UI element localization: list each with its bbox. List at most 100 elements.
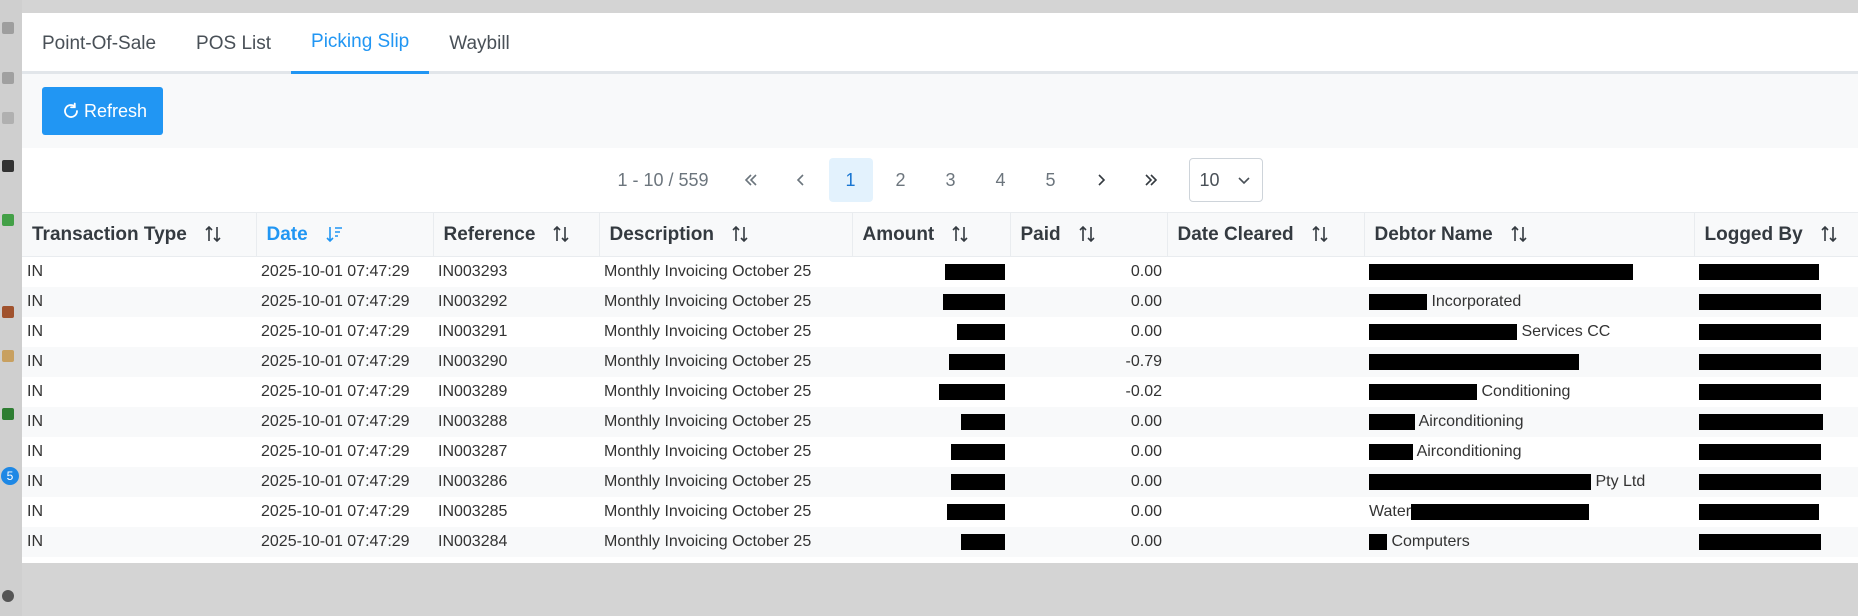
table-row[interactable]: IN 2025-10-01 07:47:29 IN003287 Monthly … xyxy=(22,437,1858,467)
cell-debtor-name: Airconditioning xyxy=(1364,437,1694,467)
cell-date: 2025-10-01 07:47:29 xyxy=(261,383,410,400)
cell-paid: 0.00 xyxy=(1010,407,1167,437)
table-row[interactable]: IN 2025-10-01 07:47:29 IN003293 Monthly … xyxy=(22,257,1858,288)
column-header-logged-by[interactable]: Logged By xyxy=(1694,212,1858,257)
page-report: 1 - 10 / 559 xyxy=(617,169,709,190)
table-row[interactable]: IN 2025-10-01 07:47:29 IN003286 Monthly … xyxy=(22,467,1858,497)
column-header-amount[interactable]: Amount xyxy=(852,212,1011,257)
column-header-transaction-type[interactable]: Transaction Type xyxy=(22,212,257,257)
page-button-5[interactable]: 5 xyxy=(1029,158,1073,202)
cell-paid: 0.00 xyxy=(1130,503,1162,520)
cell-type: IN xyxy=(27,503,43,520)
tab-waybill[interactable]: Waybill xyxy=(429,13,530,74)
cell-logged-by xyxy=(1694,347,1858,377)
double-chevron-left-icon xyxy=(744,174,757,186)
app-icon[interactable] xyxy=(2,408,14,420)
cell-date-cleared xyxy=(1167,467,1364,497)
redaction-bar xyxy=(1369,473,1591,490)
redaction-bar xyxy=(1369,533,1387,550)
cell-reference: IN003286 xyxy=(433,467,599,497)
cell-date-cleared xyxy=(1167,497,1364,527)
app-icon[interactable] xyxy=(2,350,14,362)
redaction-bar xyxy=(961,413,1005,430)
column-header-paid[interactable]: Paid xyxy=(1010,212,1168,257)
table-row[interactable]: IN 2025-10-01 07:47:29 IN003289 Monthly … xyxy=(22,377,1858,407)
app-icon[interactable] xyxy=(2,306,14,318)
next-page-button[interactable] xyxy=(1079,158,1123,202)
tab-bar: Point-Of-Sale POS List Picking Slip Wayb… xyxy=(22,13,1858,74)
cell-logged-by xyxy=(1694,437,1858,467)
tab-point-of-sale[interactable]: Point-Of-Sale xyxy=(22,13,176,74)
redaction-bar xyxy=(1699,263,1819,280)
table-row[interactable]: IN 2025-10-01 07:47:29 IN003285 Monthly … xyxy=(22,497,1858,527)
table-header-row: Transaction Type Date Reference Descript… xyxy=(22,212,1858,257)
cell-date-cleared xyxy=(1167,437,1364,467)
cell-description: Monthly Invoicing October 25 xyxy=(604,323,812,340)
rows-per-page-select[interactable]: 10 xyxy=(1188,158,1263,202)
redaction-bar xyxy=(1369,353,1579,370)
column-header-date-cleared[interactable]: Date Cleared xyxy=(1167,212,1365,257)
redaction-bar xyxy=(951,443,1005,460)
cell-paid: 0.00 xyxy=(1010,467,1167,497)
cell-reference: IN003285 xyxy=(438,503,508,520)
page-button-4[interactable]: 4 xyxy=(979,158,1023,202)
app-icon[interactable] xyxy=(2,214,14,226)
cell-date: 2025-10-01 07:47:29 xyxy=(256,347,433,377)
table-row[interactable]: IN 2025-10-01 07:47:29 IN003291 Monthly … xyxy=(22,317,1858,347)
cell-logged-by xyxy=(1694,407,1858,437)
prev-page-button[interactable] xyxy=(779,158,823,202)
app-icon[interactable] xyxy=(2,590,14,602)
last-page-button[interactable] xyxy=(1129,158,1173,202)
cell-type: IN xyxy=(22,287,256,317)
notification-badge[interactable]: 5 xyxy=(1,467,19,485)
page-button-1[interactable]: 1 xyxy=(828,158,873,202)
app-icon[interactable] xyxy=(2,160,14,172)
column-header-date[interactable]: Date xyxy=(256,212,434,257)
cell-reference: IN003288 xyxy=(433,407,599,437)
cell-logged-by xyxy=(1694,377,1858,407)
cell-debtor-name xyxy=(1364,257,1694,288)
cell-debtor-name xyxy=(1364,347,1694,377)
refresh-label: Refresh xyxy=(84,100,148,121)
redaction-bar xyxy=(949,353,1005,370)
first-page-button[interactable] xyxy=(729,158,773,202)
cell-date: 2025-10-01 07:47:29 xyxy=(256,527,433,557)
cell-description: Monthly Invoicing October 25 xyxy=(604,443,812,460)
cell-paid: 0.00 xyxy=(1130,263,1162,280)
cell-type: IN xyxy=(27,263,43,280)
sort-descending-icon xyxy=(326,227,342,243)
column-header-reference[interactable]: Reference xyxy=(433,212,600,257)
column-header-debtor-name[interactable]: Debtor Name xyxy=(1364,212,1695,257)
app-icon[interactable] xyxy=(2,72,14,84)
cell-description: Monthly Invoicing October 25 xyxy=(599,527,852,557)
redaction-bar xyxy=(1699,443,1821,460)
page-button-2[interactable]: 2 xyxy=(879,158,923,202)
refresh-button[interactable]: Refresh xyxy=(42,87,164,135)
app-icon[interactable] xyxy=(2,112,14,124)
tab-pos-list[interactable]: POS List xyxy=(176,13,291,74)
sort-icon xyxy=(1079,226,1095,243)
tab-picking-slip[interactable]: Picking Slip xyxy=(291,13,430,74)
cell-debtor-name: Services CC xyxy=(1364,317,1694,347)
cell-amount xyxy=(852,527,1010,557)
app-icon[interactable] xyxy=(2,22,14,34)
cell-description: Monthly Invoicing October 25 xyxy=(599,467,852,497)
cell-type: IN xyxy=(22,467,256,497)
redaction-bar xyxy=(1699,533,1821,550)
table-row[interactable]: IN 2025-10-01 07:47:29 IN003288 Monthly … xyxy=(22,407,1858,437)
redaction-bar xyxy=(1369,263,1633,280)
column-header-description[interactable]: Description xyxy=(599,212,853,257)
cell-description: Monthly Invoicing October 25 xyxy=(604,503,812,520)
cell-amount xyxy=(852,287,1010,317)
table-row[interactable]: IN 2025-10-01 07:47:29 IN003290 Monthly … xyxy=(22,347,1858,377)
redaction-bar xyxy=(1699,473,1821,490)
cell-date-cleared xyxy=(1167,287,1364,317)
redaction-bar xyxy=(1699,323,1821,340)
cell-debtor-name: Incorporated xyxy=(1364,287,1694,317)
page-button-3[interactable]: 3 xyxy=(929,158,973,202)
table-row[interactable]: IN 2025-10-01 07:47:29 IN003284 Monthly … xyxy=(22,527,1858,557)
redaction-bar xyxy=(1699,413,1823,430)
chevron-down-icon xyxy=(1237,177,1250,185)
cell-paid: -0.79 xyxy=(1010,347,1167,377)
table-row[interactable]: IN 2025-10-01 07:47:29 IN003292 Monthly … xyxy=(22,287,1858,317)
